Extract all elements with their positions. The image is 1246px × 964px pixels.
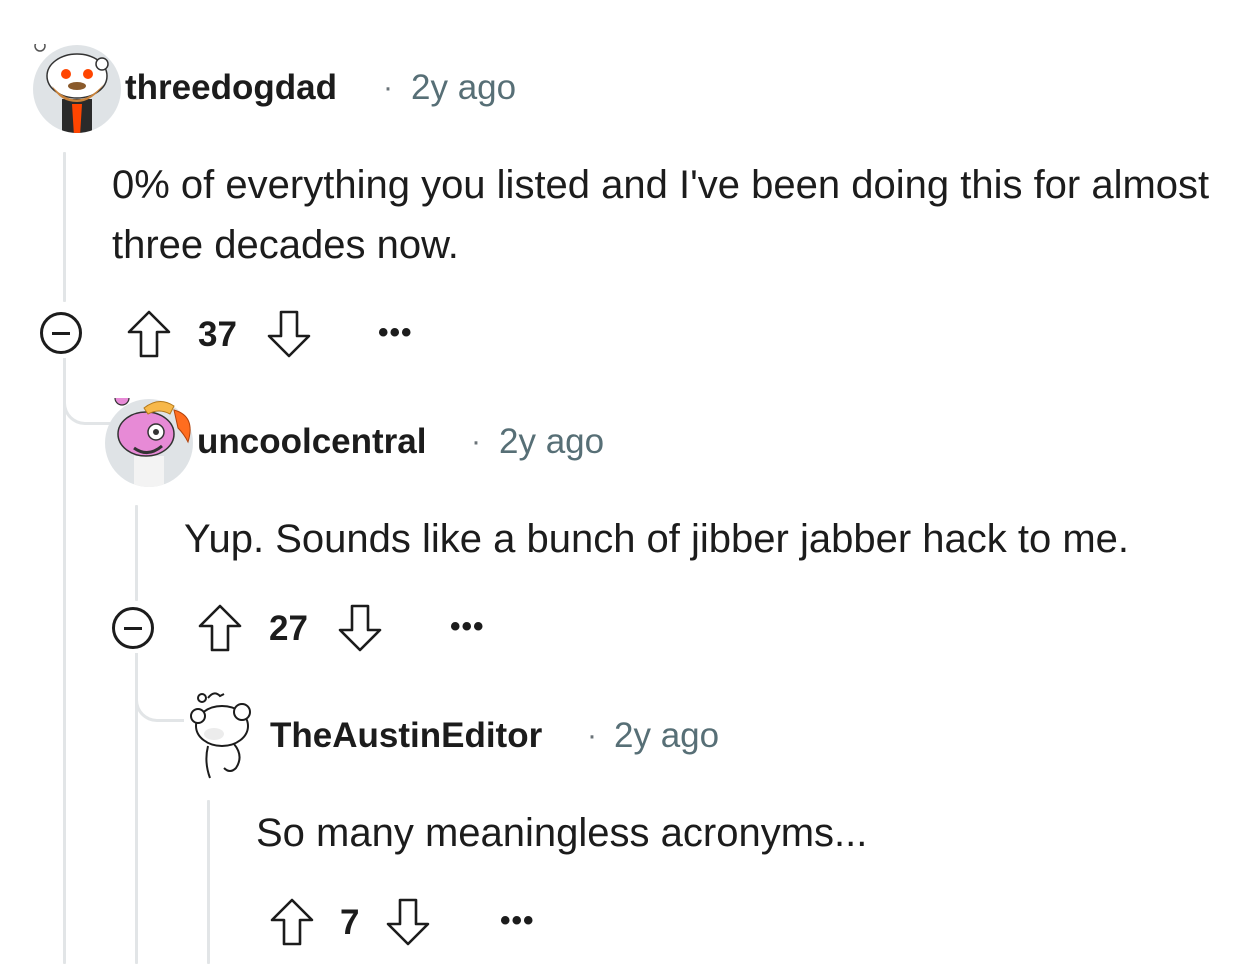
downvote-arrow-icon[interactable] [265,308,313,360]
more-options-icon[interactable]: ••• [500,904,535,938]
avatar[interactable] [178,690,260,782]
comment-author[interactable]: uncoolcentral [197,422,426,462]
vote-score: 7 [340,903,360,942]
comment-body: So many meaningless acronyms... [256,811,868,855]
avatar[interactable] [104,390,193,487]
thread-line-level-1[interactable] [63,152,66,302]
thread-connector-reply-1 [63,358,110,425]
collapse-thread-button[interactable] [112,607,154,649]
upvote-arrow-icon[interactable] [196,602,244,654]
meta-separator: · [471,425,481,458]
comment-body: 0% of everything you listed and I've bee… [112,163,1210,267]
avatar-snoo-icon [105,390,193,487]
meta-separator: · [587,719,597,752]
upvote-arrow-icon[interactable] [268,896,316,948]
meta-separator: · [383,71,393,104]
collapse-thread-button[interactable] [40,312,82,354]
comment-timestamp[interactable]: 2y ago [499,422,604,462]
downvote-arrow-icon[interactable] [336,602,384,654]
comment-timestamp[interactable]: 2y ago [411,68,516,108]
thread-line-level-2[interactable] [135,505,138,601]
comment-author[interactable]: threedogdad [125,68,337,108]
thread-connector-reply-2 [135,653,184,722]
avatar-snoo-icon [33,40,121,133]
more-options-icon[interactable]: ••• [378,316,413,350]
avatar[interactable] [32,40,121,133]
vote-score: 27 [269,609,308,648]
more-options-icon[interactable]: ••• [450,610,485,644]
downvote-arrow-icon[interactable] [384,896,432,948]
thread-line-level-1-lower[interactable] [63,358,66,964]
comment-author[interactable]: TheAustinEditor [270,716,542,756]
comment-timestamp[interactable]: 2y ago [614,716,719,756]
vote-score: 37 [198,315,237,354]
upvote-arrow-icon[interactable] [125,308,173,360]
comment-body: Yup. Sounds like a bunch of jibber jabbe… [184,517,1130,561]
avatar-snoo-icon [190,692,251,779]
thread-line-level-3[interactable] [207,800,210,964]
